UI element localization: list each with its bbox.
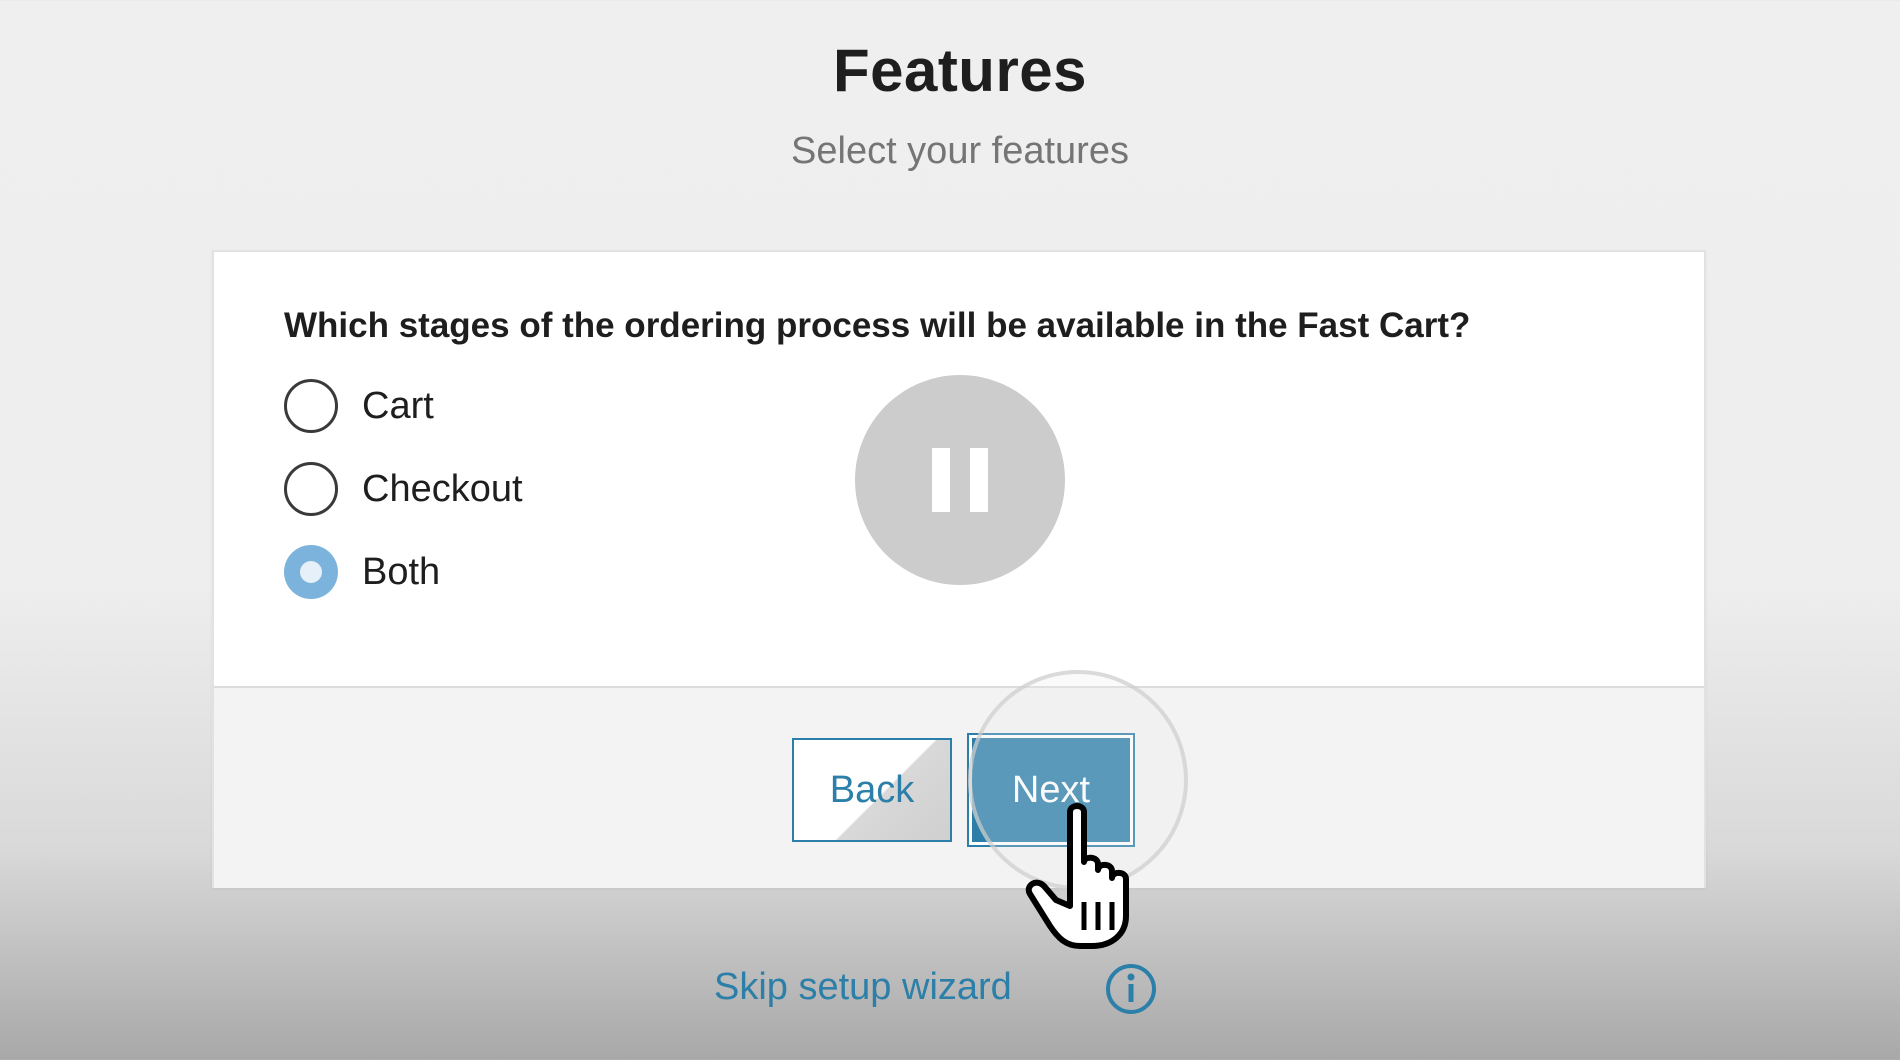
option-both[interactable]: Both	[284, 542, 440, 602]
info-icon[interactable]	[1104, 962, 1158, 1016]
option-label-checkout: Checkout	[362, 467, 523, 510]
option-checkout[interactable]: Checkout	[284, 459, 523, 519]
page-title: Features	[832, 37, 1088, 104]
card-footer: Back Next	[214, 686, 1704, 888]
pause-icon-bar	[970, 448, 988, 512]
pause-icon	[932, 448, 950, 512]
option-label-cart: Cart	[362, 384, 434, 427]
question-text: Which stages of the ordering process wil…	[284, 306, 1471, 345]
radio-cart[interactable]	[284, 379, 338, 433]
skip-setup-wizard-link[interactable]: Skip setup wizard	[714, 966, 1012, 1009]
option-label-both: Both	[362, 550, 441, 593]
radio-both[interactable]	[284, 545, 338, 599]
next-button[interactable]: Next	[972, 738, 1130, 842]
back-button[interactable]: Back	[792, 738, 952, 842]
pause-button[interactable]	[855, 375, 1065, 585]
radio-checkout[interactable]	[284, 462, 338, 516]
page-subtitle: Select your features	[791, 130, 1129, 172]
option-cart[interactable]: Cart	[284, 376, 434, 436]
